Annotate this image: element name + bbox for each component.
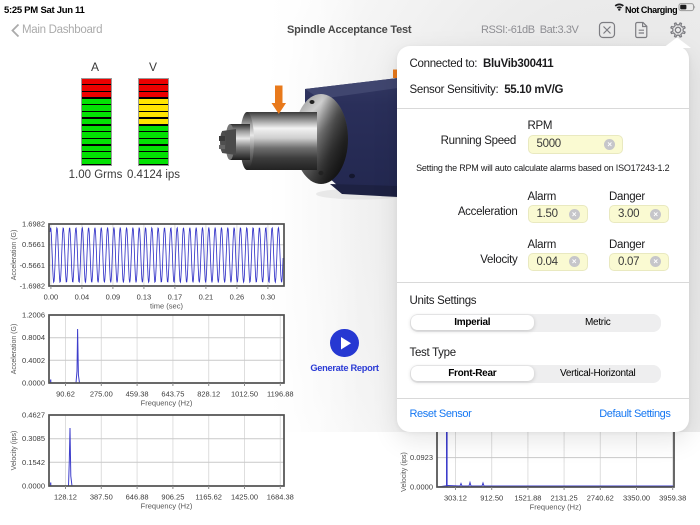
svg-text:643.75: 643.75 [161, 390, 184, 399]
svg-text:0.13: 0.13 [137, 293, 152, 302]
svg-text:1.2006: 1.2006 [22, 311, 45, 320]
svg-text:1196.88: 1196.88 [267, 390, 294, 399]
svg-text:0.1542: 0.1542 [22, 458, 45, 467]
svg-text:Frequency (Hz): Frequency (Hz) [141, 502, 193, 511]
svg-text:90.62: 90.62 [56, 390, 75, 399]
svg-text:0.4627: 0.4627 [22, 411, 45, 420]
svg-text:Acceleration (G): Acceleration (G) [11, 324, 18, 375]
svg-text:912.50: 912.50 [480, 494, 503, 503]
svg-text:2740.62: 2740.62 [587, 494, 614, 503]
svg-text:906.25: 906.25 [161, 493, 184, 502]
svg-text:0.04: 0.04 [75, 293, 90, 302]
svg-text:275.00: 275.00 [90, 390, 113, 399]
svg-text:0.09: 0.09 [106, 293, 121, 302]
svg-text:0.17: 0.17 [168, 293, 183, 302]
svg-text:0.30: 0.30 [261, 293, 276, 302]
svg-text:0.0000: 0.0000 [410, 483, 433, 492]
svg-text:459.38: 459.38 [126, 390, 149, 399]
svg-text:0.8004: 0.8004 [22, 333, 45, 342]
svg-text:0.21: 0.21 [199, 293, 214, 302]
svg-text:303.12: 303.12 [444, 494, 467, 503]
svg-text:0.0923: 0.0923 [410, 453, 433, 462]
svg-text:3959.38: 3959.38 [659, 494, 686, 503]
svg-text:-1.6982: -1.6982 [20, 282, 45, 291]
svg-text:-0.5661: -0.5661 [20, 261, 45, 270]
svg-text:387.50: 387.50 [90, 493, 113, 502]
svg-text:0.0000: 0.0000 [22, 482, 45, 491]
svg-text:646.88: 646.88 [126, 493, 149, 502]
svg-text:0.4002: 0.4002 [22, 356, 45, 365]
svg-text:1684.38: 1684.38 [267, 493, 294, 502]
svg-text:0.5661: 0.5661 [22, 240, 45, 249]
svg-text:time (sec): time (sec) [150, 302, 183, 311]
svg-text:Acceleration (G): Acceleration (G) [11, 230, 18, 281]
svg-text:1165.62: 1165.62 [195, 493, 222, 502]
svg-text:Velocity (ips): Velocity (ips) [11, 431, 18, 471]
svg-text:0.3085: 0.3085 [22, 434, 45, 443]
svg-text:828.12: 828.12 [197, 390, 220, 399]
svg-text:1012.50: 1012.50 [231, 390, 258, 399]
svg-text:0.26: 0.26 [230, 293, 245, 302]
svg-text:1521.88: 1521.88 [514, 494, 541, 503]
svg-text:1.6982: 1.6982 [22, 220, 45, 229]
svg-text:Velocity (ips): Velocity (ips) [401, 452, 408, 492]
svg-text:0.00: 0.00 [44, 293, 59, 302]
svg-text:3350.00: 3350.00 [623, 494, 650, 503]
svg-text:Frequency (Hz): Frequency (Hz) [141, 399, 193, 408]
svg-text:1425.00: 1425.00 [231, 493, 258, 502]
svg-text:128.12: 128.12 [54, 493, 77, 502]
svg-text:2131.25: 2131.25 [551, 494, 578, 503]
svg-text:Frequency (Hz): Frequency (Hz) [530, 503, 582, 512]
svg-text:0.0000: 0.0000 [22, 379, 45, 388]
